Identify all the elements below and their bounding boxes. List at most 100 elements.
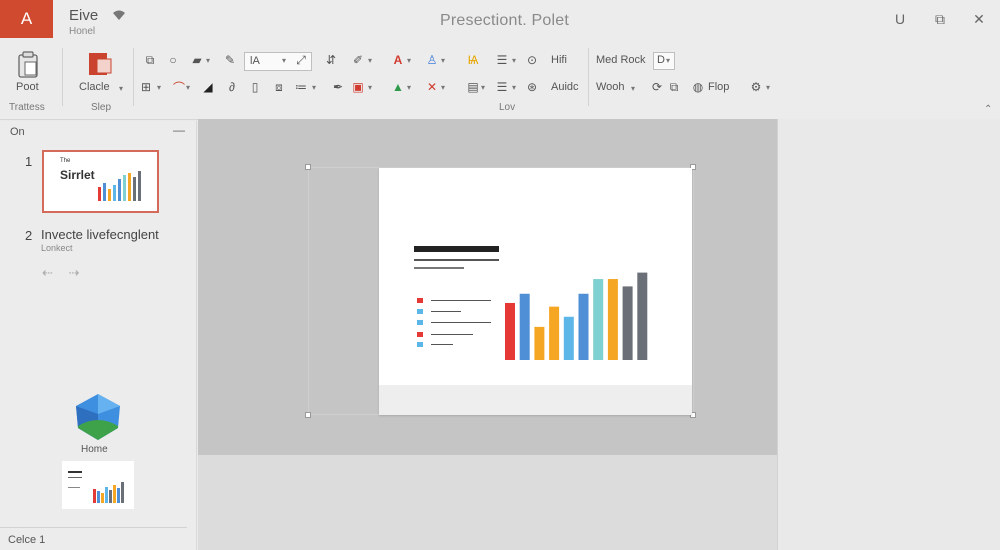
legend-swatch-red	[417, 332, 423, 337]
legend-line	[431, 344, 453, 345]
smartart-icon[interactable]: ⊛	[524, 79, 540, 95]
current-slide[interactable]	[379, 168, 692, 415]
fill-icon[interactable]: ◢	[200, 79, 216, 95]
panel-collapse-icon[interactable]: —	[173, 123, 185, 137]
wooh-button[interactable]: Wooh	[596, 81, 625, 93]
clear-format-icon[interactable]: ⤢	[293, 52, 309, 68]
table-dropdown-icon[interactable]: ▾	[157, 83, 161, 92]
fill-dropdown-icon[interactable]: ▾	[407, 83, 411, 92]
file-location: Honel	[69, 26, 96, 37]
paste-icon[interactable]	[16, 51, 40, 79]
restore-button[interactable]: ⧉	[931, 10, 949, 28]
slide-1-thumbnail[interactable]: The Sirrlet	[42, 150, 159, 213]
app-badge-button[interactable]: A	[0, 0, 53, 38]
layout-icon[interactable]: ⧉	[142, 52, 158, 68]
legend-swatch-blue	[417, 342, 423, 347]
align-icon[interactable]: ☰	[494, 52, 510, 68]
paste-button-label[interactable]: Poot	[16, 81, 39, 93]
highlight-icon[interactable]: Ѩ	[465, 52, 481, 68]
slide-1-caption: The	[60, 158, 71, 164]
slide-chart-bar	[607, 279, 618, 360]
section-dropdown-icon[interactable]: ▾	[206, 56, 210, 65]
med-rock-label: Med Rock	[596, 54, 646, 66]
paragraph-icon[interactable]: ▤	[465, 79, 481, 95]
text-direction-icon[interactable]: ⇵	[323, 52, 339, 68]
minimize-button[interactable]: U	[891, 10, 909, 28]
justify-dropdown-icon[interactable]: ▾	[512, 83, 516, 92]
align-dropdown-icon[interactable]: ▾	[512, 56, 516, 65]
delete-icon[interactable]: ✕	[424, 79, 440, 95]
font-color-dropdown-icon[interactable]: ▾	[407, 56, 411, 65]
settings-icon[interactable]: ⚙	[748, 79, 764, 95]
notes-area[interactable]	[198, 455, 777, 550]
slide-chart-bar	[505, 302, 515, 360]
ribbon-separator	[133, 48, 134, 106]
link-icon[interactable]: ∂	[224, 79, 240, 95]
picture-dropdown-icon[interactable]: ▾	[368, 83, 372, 92]
legend-line	[431, 334, 473, 335]
flop-button[interactable]: Flop	[708, 81, 729, 93]
sync-icon[interactable]: ⟳	[649, 79, 665, 95]
slide-2-subtitle: Lonkect	[41, 243, 73, 253]
reset-icon[interactable]: ○	[165, 52, 181, 68]
ribbon-separator	[62, 48, 63, 106]
pen-icon[interactable]: ✐	[350, 52, 366, 68]
slide-chart-bar	[534, 326, 545, 360]
panel-header: On	[10, 126, 25, 138]
textbox-icon[interactable]: ▯	[247, 79, 263, 95]
slide-title-bar	[414, 246, 499, 252]
table-icon[interactable]: ⊞	[138, 79, 154, 95]
font-size-dropdown-icon[interactable]: ▾	[282, 56, 286, 65]
legend-swatch-lightblue	[417, 320, 423, 325]
slide-2-title[interactable]: Invecte livefecnglent	[41, 227, 159, 242]
slide-chart-bar	[519, 293, 530, 360]
slide-chart-bar	[578, 293, 589, 360]
font-color-icon[interactable]: A	[390, 52, 406, 68]
triangle-fill-icon[interactable]: ▲	[390, 79, 406, 95]
list-dropdown-icon[interactable]: ▾	[312, 83, 316, 92]
resize-handle-bottom-left[interactable]	[305, 412, 311, 418]
home-logo-icon[interactable]	[72, 392, 124, 442]
close-button[interactable]: ✕	[970, 10, 988, 28]
arrange-icon[interactable]: ⧈	[271, 79, 287, 95]
slide-bar-chart[interactable]	[503, 268, 653, 362]
flop-icon[interactable]: ◍	[690, 79, 706, 95]
legend-line	[431, 300, 491, 301]
new-slide-button-label[interactable]: Clacle	[79, 81, 110, 93]
file-name[interactable]: Eive	[69, 7, 98, 24]
status-slide-count: Celce 1	[8, 534, 46, 546]
shape-icon[interactable]: ⌒	[171, 79, 187, 95]
slide-footer-band	[379, 385, 692, 415]
section-icon[interactable]: ▰	[189, 52, 205, 68]
eyedropper-icon[interactable]: ✒	[330, 79, 346, 95]
picture-icon[interactable]: ▣	[350, 79, 366, 95]
audio-button[interactable]: Auidc	[551, 81, 579, 93]
hifi-button[interactable]: Hifi	[551, 54, 567, 66]
new-slide-icon[interactable]	[88, 51, 112, 77]
delete-dropdown-icon[interactable]: ▾	[441, 83, 445, 92]
paragraph-dropdown-icon[interactable]: ▾	[481, 83, 485, 92]
ribbon-separator	[588, 48, 589, 106]
slide-preview-thumbnail[interactable]	[62, 461, 134, 509]
new-slide-dropdown-icon[interactable]: ▾	[119, 84, 123, 93]
columns-icon[interactable]: ⊙	[524, 52, 540, 68]
nav-arrows[interactable]: ⇠ ⇢	[42, 265, 85, 281]
resize-handle-top-left[interactable]	[305, 164, 311, 170]
format-painter-icon[interactable]: ✎	[222, 52, 238, 68]
font-size-value: lA	[250, 55, 260, 67]
pen-dropdown-icon[interactable]: ▾	[368, 56, 372, 65]
cloud-sync-icon[interactable]	[112, 9, 126, 21]
collapse-ribbon-icon[interactable]: ⌃	[984, 104, 992, 115]
wooh-dropdown-icon[interactable]: ▾	[631, 84, 635, 93]
med-rock-dropdown-icon[interactable]: ▾	[666, 56, 670, 65]
preview-text-line	[68, 477, 82, 478]
med-rock-combo[interactable]: D	[653, 52, 675, 70]
settings-dropdown-icon[interactable]: ▾	[766, 83, 770, 92]
shape-dropdown-icon[interactable]: ▾	[186, 83, 190, 92]
shape-outline-icon[interactable]: ♙	[424, 52, 440, 68]
group-label-main: Lov	[499, 102, 516, 113]
list-icon[interactable]: ≔	[293, 79, 309, 95]
copy-icon[interactable]: ⧉	[666, 79, 682, 95]
shape-outline-dropdown-icon[interactable]: ▾	[441, 56, 445, 65]
justify-icon[interactable]: ☰	[494, 79, 510, 95]
